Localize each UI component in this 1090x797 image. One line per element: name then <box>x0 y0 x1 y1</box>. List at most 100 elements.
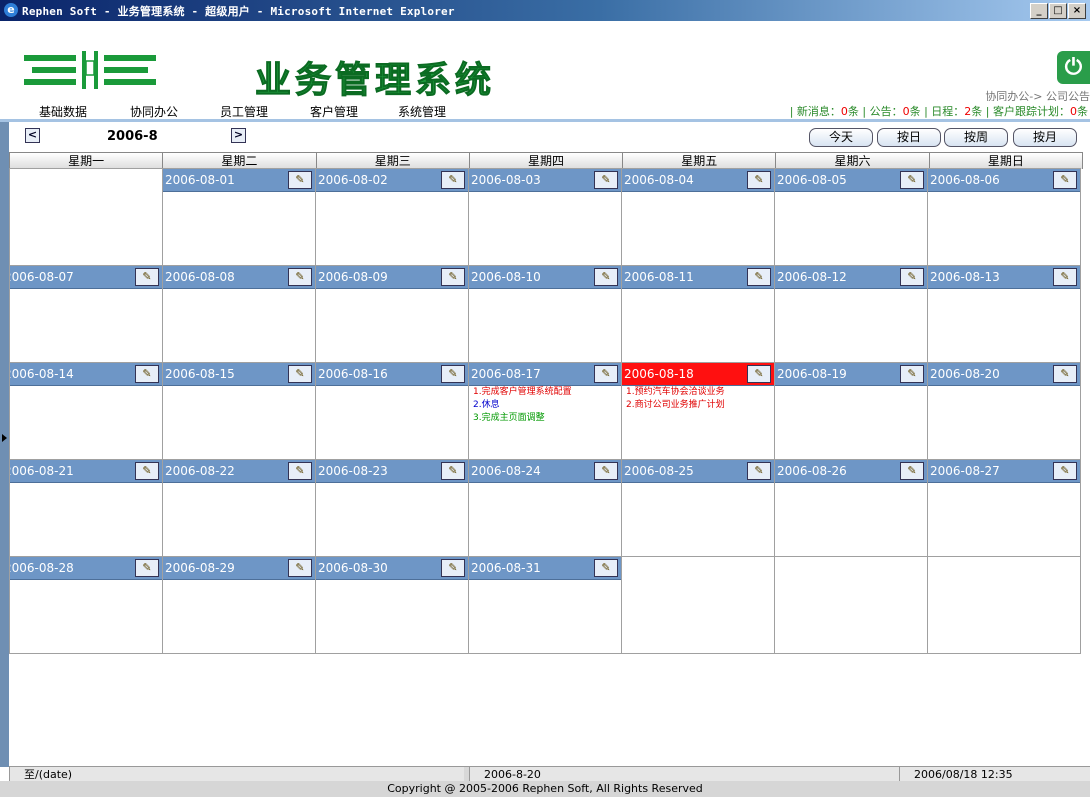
day-date[interactable]: 2006-08-20 <box>930 367 1000 381</box>
minimize-button[interactable]: _ <box>1030 3 1048 19</box>
schedule-item[interactable]: 1.完成客户管理系统配置 <box>470 386 621 399</box>
day-cell[interactable]: 2006-08-29 ✎ <box>162 556 316 654</box>
schedule-item[interactable]: 2.商讨公司业务推广计划 <box>623 399 774 412</box>
day-cell[interactable]: 2006-08-08 ✎ <box>162 265 316 363</box>
day-cell[interactable]: 2006-08-01 ✎ <box>162 168 316 266</box>
day-date[interactable]: 2006-08-11 <box>624 270 694 284</box>
edit-schedule-icon[interactable]: ✎ <box>135 268 159 286</box>
expand-arrow-icon[interactable] <box>2 434 7 442</box>
day-cell[interactable]: 2006-08-12 ✎ <box>774 265 928 363</box>
day-date[interactable]: 2006-08-28 <box>11 561 74 575</box>
day-cell[interactable]: 2006-08-22 ✎ <box>162 459 316 557</box>
day-date[interactable]: 2006-08-04 <box>624 173 694 187</box>
day-cell[interactable]: 2006-08-03 ✎ <box>468 168 622 266</box>
logout-power-icon[interactable]: ⏻ <box>1057 51 1090 84</box>
edit-schedule-icon[interactable]: ✎ <box>441 559 465 577</box>
edit-schedule-icon[interactable]: ✎ <box>135 559 159 577</box>
menu-system[interactable]: 系统管理 <box>398 103 446 120</box>
day-date[interactable]: 2006-08-16 <box>318 367 388 381</box>
day-cell[interactable]: 2006-08-20 ✎ <box>927 362 1081 460</box>
day-cell[interactable]: 2006-08-13 ✎ <box>927 265 1081 363</box>
day-date[interactable]: 2006-08-29 <box>165 561 235 575</box>
day-date[interactable]: 2006-08-03 <box>471 173 541 187</box>
edit-schedule-icon[interactable]: ✎ <box>1053 171 1077 189</box>
day-date[interactable]: 2006-08-27 <box>930 464 1000 478</box>
day-cell[interactable]: 2006-08-07 ✎ <box>9 265 163 363</box>
edit-schedule-icon[interactable]: ✎ <box>594 462 618 480</box>
prev-month-button[interactable]: < <box>25 128 40 143</box>
day-cell[interactable]: 2006-08-28 ✎ <box>9 556 163 654</box>
day-date[interactable]: 2006-08-26 <box>777 464 847 478</box>
day-date[interactable]: 2006-08-12 <box>777 270 847 284</box>
day-cell[interactable]: 2006-08-17 ✎ 1.完成客户管理系统配置 2.休息 3.完成主页面调整 <box>468 362 622 460</box>
day-date[interactable]: 2006-08-05 <box>777 173 847 187</box>
edit-schedule-icon[interactable]: ✎ <box>1053 268 1077 286</box>
edit-schedule-icon[interactable]: ✎ <box>135 365 159 383</box>
day-cell[interactable]: 2006-08-11 ✎ <box>621 265 775 363</box>
day-cell[interactable]: 2006-08-19 ✎ <box>774 362 928 460</box>
day-cell[interactable]: 2006-08-10 ✎ <box>468 265 622 363</box>
new-message-count[interactable]: 0 <box>841 105 848 118</box>
view-by-month-button[interactable]: 按月 <box>1013 128 1077 147</box>
edit-schedule-icon[interactable]: ✎ <box>288 171 312 189</box>
day-cell[interactable]: 2006-08-05 ✎ <box>774 168 928 266</box>
edit-schedule-icon[interactable]: ✎ <box>747 268 771 286</box>
day-date[interactable]: 2006-08-13 <box>930 270 1000 284</box>
view-by-week-button[interactable]: 按周 <box>944 128 1008 147</box>
day-date[interactable]: 2006-08-19 <box>777 367 847 381</box>
maximize-button[interactable]: □ <box>1049 3 1067 19</box>
edit-schedule-icon[interactable]: ✎ <box>288 462 312 480</box>
edit-schedule-icon[interactable]: ✎ <box>135 462 159 480</box>
schedule-item[interactable]: 3.完成主页面调整 <box>470 412 621 425</box>
edit-schedule-icon[interactable]: ✎ <box>747 171 771 189</box>
edit-schedule-icon[interactable]: ✎ <box>594 559 618 577</box>
close-button[interactable]: × <box>1068 3 1086 19</box>
day-cell[interactable]: 2006-08-15 ✎ <box>162 362 316 460</box>
edit-schedule-icon[interactable]: ✎ <box>900 462 924 480</box>
edit-schedule-icon[interactable]: ✎ <box>441 365 465 383</box>
day-date[interactable]: 2006-08-06 <box>930 173 1000 187</box>
sidebar-toggle-bar[interactable] <box>0 122 9 767</box>
day-cell[interactable]: 2006-08-02 ✎ <box>315 168 469 266</box>
edit-schedule-icon[interactable]: ✎ <box>900 171 924 189</box>
day-date[interactable]: 2006-08-08 <box>165 270 235 284</box>
day-date[interactable]: 2006-08-07 <box>11 270 74 284</box>
day-date[interactable]: 2006-08-09 <box>318 270 388 284</box>
day-date[interactable]: 2006-08-01 <box>165 173 235 187</box>
day-date[interactable]: 2006-08-24 <box>471 464 541 478</box>
menu-customer[interactable]: 客户管理 <box>310 103 358 120</box>
day-date[interactable]: 2006-08-14 <box>11 367 74 381</box>
edit-schedule-icon[interactable]: ✎ <box>441 171 465 189</box>
day-date[interactable]: 2006-08-10 <box>471 270 541 284</box>
today-cell[interactable]: 2006-08-18 ✎ 1.预约汽车协会洽谈业务 2.商讨公司业务推广计划 <box>621 362 775 460</box>
day-cell[interactable]: 2006-08-23 ✎ <box>315 459 469 557</box>
day-cell[interactable]: 2006-08-21 ✎ <box>9 459 163 557</box>
day-cell[interactable]: 2006-08-16 ✎ <box>315 362 469 460</box>
day-date[interactable]: 2006-08-15 <box>165 367 235 381</box>
day-date[interactable]: 2006-08-17 <box>471 367 541 381</box>
menu-employee[interactable]: 员工管理 <box>220 103 268 120</box>
day-cell[interactable]: 2006-08-24 ✎ <box>468 459 622 557</box>
schedule-item[interactable]: 1.预约汽车协会洽谈业务 <box>623 386 774 399</box>
day-cell[interactable]: 2006-08-06 ✎ <box>927 168 1081 266</box>
edit-schedule-icon[interactable]: ✎ <box>594 268 618 286</box>
day-cell[interactable]: 2006-08-26 ✎ <box>774 459 928 557</box>
edit-schedule-icon[interactable]: ✎ <box>1053 365 1077 383</box>
day-date[interactable]: 2006-08-18 <box>624 367 694 381</box>
edit-schedule-icon[interactable]: ✎ <box>900 365 924 383</box>
day-cell[interactable]: 2006-08-04 ✎ <box>621 168 775 266</box>
edit-schedule-icon[interactable]: ✎ <box>747 365 771 383</box>
notice-count[interactable]: 0 <box>903 105 910 118</box>
edit-schedule-icon[interactable]: ✎ <box>288 559 312 577</box>
day-cell[interactable]: 2006-08-27 ✎ <box>927 459 1081 557</box>
day-date[interactable]: 2006-08-30 <box>318 561 388 575</box>
day-cell[interactable]: 2006-08-30 ✎ <box>315 556 469 654</box>
day-date[interactable]: 2006-08-02 <box>318 173 388 187</box>
day-cell[interactable]: 2006-08-31 ✎ <box>468 556 622 654</box>
tracking-plan-count[interactable]: 0 <box>1070 105 1077 118</box>
edit-schedule-icon[interactable]: ✎ <box>288 365 312 383</box>
edit-schedule-icon[interactable]: ✎ <box>747 462 771 480</box>
edit-schedule-icon[interactable]: ✎ <box>594 365 618 383</box>
menu-basic-data[interactable]: 基础数据 <box>39 103 87 120</box>
edit-schedule-icon[interactable]: ✎ <box>900 268 924 286</box>
